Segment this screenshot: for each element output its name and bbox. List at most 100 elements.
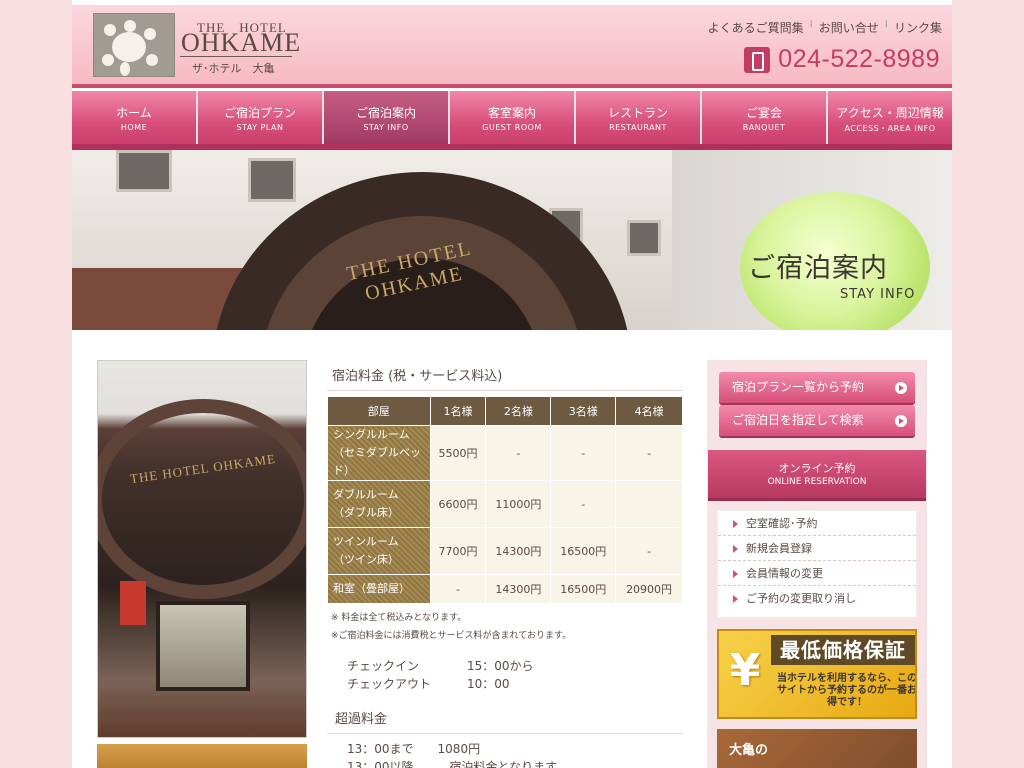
room-type-detail: （ダブル床） bbox=[333, 506, 399, 519]
nav-item-restaurant[interactable]: レストラン RESTAURANT bbox=[576, 91, 702, 144]
rate-cell: - bbox=[550, 425, 617, 481]
nav-label-jp: レストラン bbox=[607, 106, 668, 120]
extra-fee-title: 超過料金 bbox=[327, 703, 683, 734]
table-row: ダブルルーム （ダブル床） 6600円 11000円 - bbox=[327, 480, 683, 528]
banner-heading: 最低価格保証 bbox=[771, 635, 915, 665]
nav-item-stay-info[interactable]: ご宿泊案内 STAY INFO bbox=[324, 91, 450, 144]
room-type-name: ツインルーム bbox=[333, 535, 399, 548]
sidebar: 宿泊プラン一覧から予約 ご宿泊日を指定して検索 オンライン予約 ONLINE R… bbox=[707, 360, 927, 768]
rate-cell: - bbox=[550, 480, 617, 528]
lowest-price-banner[interactable]: ¥ 最低価格保証 当ホテルを利用するなら、このサイトから予約するのが一番お得です… bbox=[717, 629, 917, 719]
nav-item-banquet[interactable]: ご宴会 BANQUET bbox=[702, 91, 828, 144]
hotel-logo-icon[interactable] bbox=[93, 13, 175, 77]
online-reservation-label-jp: オンライン予約 bbox=[778, 462, 856, 475]
rate-table-header: 部屋 1名様 2名様 3名様 4名様 bbox=[327, 396, 683, 426]
checkin-time: チェックイン 15：00から bbox=[347, 659, 534, 673]
secondary-photo bbox=[97, 744, 307, 768]
nav-item-home[interactable]: ホーム HOME bbox=[72, 91, 198, 144]
online-reservation-header: オンライン予約 ONLINE RESERVATION bbox=[708, 450, 926, 498]
table-header-cell: 1名様 bbox=[429, 396, 487, 426]
hero-window bbox=[627, 220, 661, 256]
availability-link[interactable]: 空室確認･予約 bbox=[718, 511, 916, 536]
links-page-link[interactable]: リンク集 bbox=[894, 19, 942, 36]
plan-list-reserve-button[interactable]: 宿泊プラン一覧から予約 bbox=[719, 372, 915, 403]
hotel-entrance-photo: THE HOTEL OHKAME bbox=[97, 360, 307, 738]
table-header-cell: 2名様 bbox=[485, 396, 552, 426]
phone-block: 024-522-8989 bbox=[744, 45, 940, 74]
logo-text-jp: ザ･ホテル 大亀 bbox=[192, 62, 275, 75]
yen-icon: ¥ bbox=[729, 645, 761, 696]
nav-label-en: HOME bbox=[120, 123, 148, 132]
rate-cell: - bbox=[429, 574, 487, 604]
rate-cell: 20900円 bbox=[615, 574, 683, 604]
room-type-cell: 和室（畳部屋） bbox=[327, 574, 431, 604]
restaurant-banner[interactable]: 大亀の bbox=[717, 729, 917, 768]
hero-window bbox=[116, 150, 172, 192]
nav-item-stay-plan[interactable]: ご宿泊プラン STAY PLAN bbox=[198, 91, 324, 144]
rate-cell: 6600円 bbox=[429, 480, 487, 528]
rate-cell: 14300円 bbox=[485, 527, 552, 575]
nav-item-access[interactable]: アクセス・周辺情報 ACCESS・AREA INFO bbox=[828, 91, 952, 144]
header: THE HOTEL OHKAME ザ･ホテル 大亀 よくあるご質問集 ⁞ お問い… bbox=[72, 5, 952, 87]
rate-note: ※ご宿泊料金には消費税とサービス料が含まれております。 bbox=[331, 631, 572, 641]
rate-cell bbox=[615, 480, 683, 528]
room-type-detail: （ツイン床） bbox=[333, 553, 399, 566]
rate-cell: 5500円 bbox=[429, 425, 487, 481]
extra-fee-line: 13：00まで 1080円 bbox=[347, 742, 481, 756]
room-type-name: 和室（畳部屋） bbox=[333, 582, 410, 595]
nav-label-en: BANQUET bbox=[742, 123, 786, 132]
date-search-button[interactable]: ご宿泊日を指定して検索 bbox=[719, 405, 915, 436]
nav-label-en: RESTAURANT bbox=[609, 123, 667, 132]
separator: ⁞ bbox=[809, 19, 813, 30]
rate-cell: 14300円 bbox=[485, 574, 552, 604]
header-links: よくあるご質問集 ⁞ お問い合せ ⁞ リンク集 bbox=[708, 19, 942, 36]
nav-label-jp: ご宿泊案内 bbox=[355, 106, 416, 120]
table-row: ツインルーム （ツイン床） 7700円 14300円 16500円 - bbox=[327, 527, 683, 575]
main-nav: ホーム HOME ご宿泊プラン STAY PLAN ご宿泊案内 STAY INF… bbox=[72, 91, 952, 144]
hero-window bbox=[248, 158, 296, 202]
rate-cell: 16500円 bbox=[550, 527, 617, 575]
room-type-cell: シングルルーム （セミダブルベッド） bbox=[327, 425, 431, 481]
checkout-time: チェックアウト 10：00 bbox=[347, 677, 510, 691]
cancel-reservation-link[interactable]: ご予約の変更取り消し bbox=[718, 586, 916, 611]
table-header-cell: 4名様 bbox=[615, 396, 683, 426]
page-wrapper: THE HOTEL OHKAME ザ･ホテル 大亀 よくあるご質問集 ⁞ お問い… bbox=[72, 0, 952, 768]
online-reservation-label-en: ONLINE RESERVATION bbox=[767, 477, 867, 487]
table-header-cell: 3名様 bbox=[550, 396, 617, 426]
member-info-link[interactable]: 会員情報の変更 bbox=[718, 561, 916, 586]
room-type-name: シングルルーム bbox=[333, 428, 410, 441]
header-divider bbox=[72, 84, 952, 88]
rate-section: 宿泊料金 (税・サービス料込) 部屋 1名様 2名様 3名様 4名様 シングルル… bbox=[327, 360, 683, 768]
rate-title: 宿泊料金 (税・サービス料込) bbox=[327, 360, 683, 391]
nav-label-en: GUEST ROOM bbox=[482, 123, 542, 132]
rate-cell: - bbox=[485, 425, 552, 481]
button-label: ご宿泊日を指定して検索 bbox=[732, 413, 864, 427]
page-title: ご宿泊案内 bbox=[748, 253, 888, 284]
rate-cell: 7700円 bbox=[429, 527, 487, 575]
photo-entrance-door bbox=[156, 601, 250, 691]
room-type-detail: （セミダブルベッド） bbox=[333, 446, 421, 477]
rate-cell: - bbox=[615, 527, 683, 575]
contact-link[interactable]: お問い合せ bbox=[819, 19, 879, 36]
logo-divider bbox=[180, 56, 292, 57]
photo-arch bbox=[98, 399, 306, 599]
hero-banner: THE HOTEL OHKAME ご宿泊案内 STAY INFO bbox=[72, 150, 952, 330]
nav-label-en: STAY PLAN bbox=[236, 123, 284, 132]
room-type-name: ダブルルーム bbox=[333, 488, 399, 501]
banner-text: 当ホテルを利用するなら、このサイトから予約するのが一番お得です！ bbox=[777, 673, 917, 708]
register-link[interactable]: 新規会員登録 bbox=[718, 536, 916, 561]
nav-label-en: STAY INFO bbox=[363, 123, 409, 132]
arrow-right-icon bbox=[895, 415, 907, 427]
logo-text-line2[interactable]: OHKAME bbox=[181, 28, 301, 58]
phone-number[interactable]: 024-522-8989 bbox=[778, 45, 940, 74]
nav-label-jp: ご宿泊プラン bbox=[223, 106, 296, 120]
rate-cell: 11000円 bbox=[485, 480, 552, 528]
table-row: 和室（畳部屋） - 14300円 16500円 20900円 bbox=[327, 574, 683, 604]
rate-note: ※ 料金は全て税込みとなります。 bbox=[331, 613, 467, 623]
reservation-links: 空室確認･予約 新規会員登録 会員情報の変更 ご予約の変更取り消し bbox=[717, 510, 917, 618]
photo-red-sign bbox=[120, 581, 146, 625]
nav-item-guest-room[interactable]: 客室案内 GUEST ROOM bbox=[450, 91, 576, 144]
room-type-cell: ダブルルーム （ダブル床） bbox=[327, 480, 431, 528]
faq-link[interactable]: よくあるご質問集 bbox=[708, 19, 804, 36]
rate-table: 部屋 1名様 2名様 3名様 4名様 シングルルーム （セミダブルベッド） 55… bbox=[327, 396, 683, 604]
